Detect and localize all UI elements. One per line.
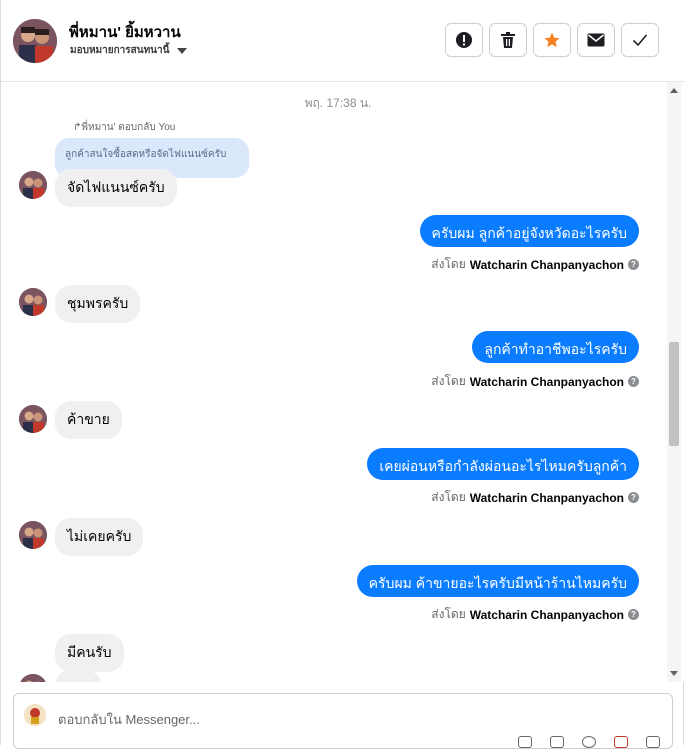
- check-icon: [632, 34, 648, 47]
- outgoing-message[interactable]: ครับผม ลูกค้าอยู่จังหวัดอะไรครับ: [419, 215, 639, 247]
- sticker-icon[interactable]: [614, 736, 628, 748]
- help-icon[interactable]: ?: [628, 609, 639, 620]
- contact-name: พี่หมาน' ยิ้มหวาน: [69, 24, 181, 41]
- attach-icon[interactable]: [518, 736, 532, 748]
- mark-unread-button[interactable]: [577, 23, 615, 57]
- contact-avatar-small: [19, 171, 47, 199]
- caret-down-icon: [177, 47, 188, 54]
- help-icon[interactable]: ?: [628, 376, 639, 387]
- spam-alert-button[interactable]: [445, 23, 483, 57]
- assign-label: มอบหมายการสนทนานี้: [70, 45, 170, 56]
- contact-avatar-small: [19, 674, 47, 682]
- conversation-header: พี่หมาน' ยิ้มหวาน มอบหมายการสนทนานี้: [1, 0, 685, 82]
- scroll-up-icon[interactable]: [670, 88, 678, 93]
- contact-avatar-small: [19, 288, 47, 316]
- message-timestamp: พฤ. 17:38 น.: [304, 96, 372, 110]
- envelope-icon: [587, 33, 605, 47]
- outgoing-message[interactable]: เคยผ่อนหรือกำลังผ่อนอะไรไหมครับลูกค้า: [367, 448, 639, 480]
- incoming-message[interactable]: มีคนรับ: [55, 634, 124, 672]
- conversation-panel: พี่หมาน' ยิ้มหวาน มอบหมายการสนทนานี้ พฤ.: [0, 0, 685, 749]
- composer-tools: [518, 736, 660, 748]
- alert-circle-icon: [456, 32, 472, 48]
- emoji-icon[interactable]: [582, 736, 596, 748]
- reply-composer[interactable]: ตอบกลับใน Messenger...: [13, 693, 673, 749]
- star-button[interactable]: [533, 23, 571, 57]
- message-list[interactable]: พฤ. 17:38 น. ↱พี่หมาน' ตอบกลับ You ลูกค้…: [1, 82, 685, 682]
- incoming-message[interactable]: จัดไฟแนนซ์ครับ: [55, 169, 177, 207]
- outgoing-message[interactable]: ครับผม ค้าขายอะไรครับมีหน้าร้านไหมครับ: [356, 565, 639, 597]
- page-avatar: [24, 704, 46, 726]
- scroll-down-icon[interactable]: [670, 671, 678, 676]
- sent-by-label: ส่งโดย Watcharin Chanpanyachon ?: [431, 255, 639, 274]
- sent-by-label: ส่งโดย Watcharin Chanpanyachon ?: [431, 605, 639, 624]
- delete-button[interactable]: [489, 23, 527, 57]
- mark-done-button[interactable]: [621, 23, 659, 57]
- star-icon: [544, 32, 560, 48]
- trash-icon: [501, 32, 515, 48]
- reply-input[interactable]: ตอบกลับใน Messenger...: [58, 709, 200, 730]
- outgoing-message[interactable]: ลูกค้าทำอาชีพอะไรครับ: [472, 331, 639, 363]
- incoming-message-partial[interactable]: [55, 670, 101, 682]
- like-icon[interactable]: [646, 736, 660, 748]
- reply-context-label: ↱พี่หมาน' ตอบกลับ You: [73, 122, 176, 133]
- action-toolbar: [445, 23, 659, 57]
- incoming-message[interactable]: ชุมพรครับ: [55, 285, 141, 323]
- incoming-message[interactable]: ไม่เคยครับ: [55, 518, 144, 556]
- assign-conversation-dropdown[interactable]: มอบหมายการสนทนานี้: [70, 43, 188, 58]
- contact-avatar-small: [19, 521, 47, 549]
- sent-by-label: ส่งโดย Watcharin Chanpanyachon ?: [431, 372, 639, 391]
- scroll-thumb[interactable]: [669, 342, 679, 446]
- incoming-message[interactable]: ค้าขาย: [55, 401, 122, 439]
- contact-avatar-small: [19, 405, 47, 433]
- help-icon[interactable]: ?: [628, 492, 639, 503]
- gif-icon[interactable]: [550, 736, 564, 748]
- message-scrollbar[interactable]: [667, 82, 681, 682]
- sent-by-label: ส่งโดย Watcharin Chanpanyachon ?: [431, 488, 639, 507]
- help-icon[interactable]: ?: [628, 259, 639, 270]
- contact-avatar[interactable]: [13, 19, 57, 63]
